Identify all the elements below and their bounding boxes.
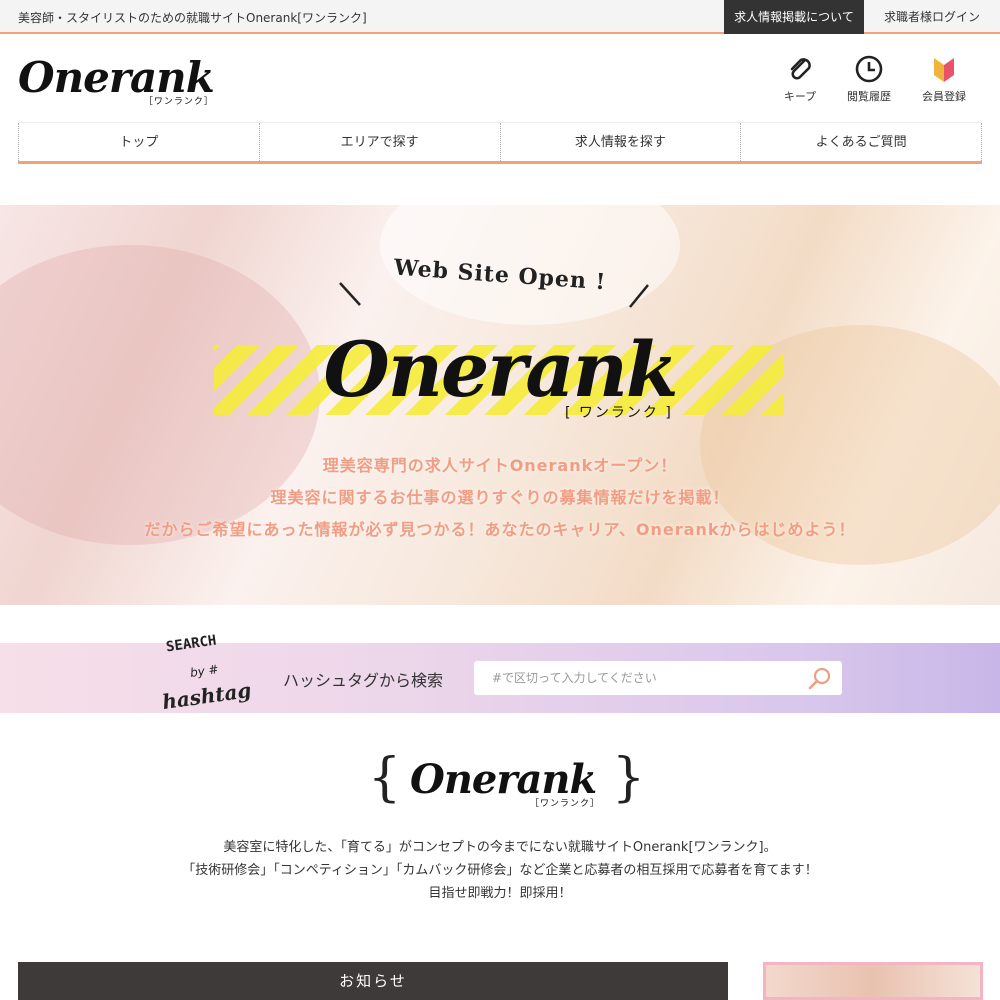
side-banner-image[interactable] bbox=[763, 962, 983, 1000]
logo-wordmark: Onerank bbox=[18, 53, 215, 102]
keep-button[interactable]: キープ bbox=[770, 54, 830, 104]
left-brace: { bbox=[368, 748, 402, 808]
hero-tag-slash bbox=[339, 282, 361, 306]
nav-item-area[interactable]: エリアで探す bbox=[258, 123, 500, 161]
history-label: 閲覧履歴 bbox=[847, 90, 891, 103]
about-description-line: 「技術研修会」「コンペティション」「カムバック研修会」など企業と応募者の相互採用… bbox=[182, 863, 818, 878]
paperclip-icon bbox=[790, 58, 811, 80]
notice-heading: お知らせ bbox=[18, 962, 728, 1000]
search-icon[interactable] bbox=[806, 665, 834, 693]
search-by-hashtag-badge: SEARCH by # hashtag bbox=[160, 632, 280, 722]
site-logo[interactable]: Onerank ［ワンランク］ bbox=[18, 53, 215, 108]
logo-subtitle: ［ワンランク］ bbox=[143, 97, 214, 107]
hero-copy-line: だからご希望にあった情報が必ず見つかる！あなたのキャリア、Onerankからはじ… bbox=[144, 520, 856, 539]
badge-by-text: by # bbox=[189, 662, 220, 680]
hero-copy-line: 理美容専門の求人サイトOnerankオープン！ bbox=[322, 456, 678, 475]
nav-item-faq[interactable]: よくあるご質問 bbox=[740, 123, 982, 161]
site-tagline: 美容師・スタイリストのための就職サイトOnerank[ワンランク] bbox=[18, 11, 367, 25]
nav-item-jobs[interactable]: 求人情報を探す bbox=[499, 123, 741, 161]
beginner-mark-icon bbox=[934, 58, 954, 82]
about-description-line: 美容室に特化した、「育てる」がコンセプトの今までにない就職サイトOnerank[… bbox=[223, 840, 777, 855]
about-description-line: 目指せ即戦力！即採用！ bbox=[428, 886, 572, 901]
nav-item-top[interactable]: トップ bbox=[18, 123, 259, 161]
hero-logo-wordmark: Onerank bbox=[323, 325, 678, 414]
register-label: 会員登録 bbox=[922, 90, 966, 103]
badge-search-text: SEARCH bbox=[165, 632, 218, 656]
hashtag-search-input[interactable] bbox=[474, 661, 842, 695]
keep-label: キープ bbox=[783, 90, 817, 103]
badge-hashtag-text: hashtag bbox=[160, 677, 253, 715]
about-logo-subtitle: ［ワンランク］ bbox=[530, 799, 601, 809]
main-nav: トップ エリアで探す 求人情報を探す よくあるご質問 bbox=[18, 122, 982, 164]
register-button[interactable]: 会員登録 bbox=[914, 54, 974, 104]
site-header: Onerank ［ワンランク］ キープ 閲覧履歴 会員登録 bbox=[0, 36, 1000, 122]
hero-logo-subtitle: [ ワンランク ] bbox=[565, 405, 673, 421]
history-button[interactable]: 閲覧履歴 bbox=[839, 54, 899, 104]
employer-info-link[interactable]: 求人情報掲載について bbox=[724, 0, 864, 34]
about-logo: { Onerank ［ワンランク］ } bbox=[0, 750, 1000, 810]
hero-copy-line: 理美容に関するお仕事の選りすぐりの募集情報だけを掲載！ bbox=[270, 488, 730, 507]
hashtag-search-label: ハッシュタグから検索 bbox=[283, 671, 444, 690]
top-bar: 美容師・スタイリストのための就職サイトOnerank[ワンランク] 求人情報掲載… bbox=[0, 0, 1000, 34]
clock-icon bbox=[855, 55, 883, 83]
jobseeker-login-link[interactable]: 求職者様ログイン bbox=[864, 0, 1000, 34]
right-brace: } bbox=[612, 748, 646, 808]
